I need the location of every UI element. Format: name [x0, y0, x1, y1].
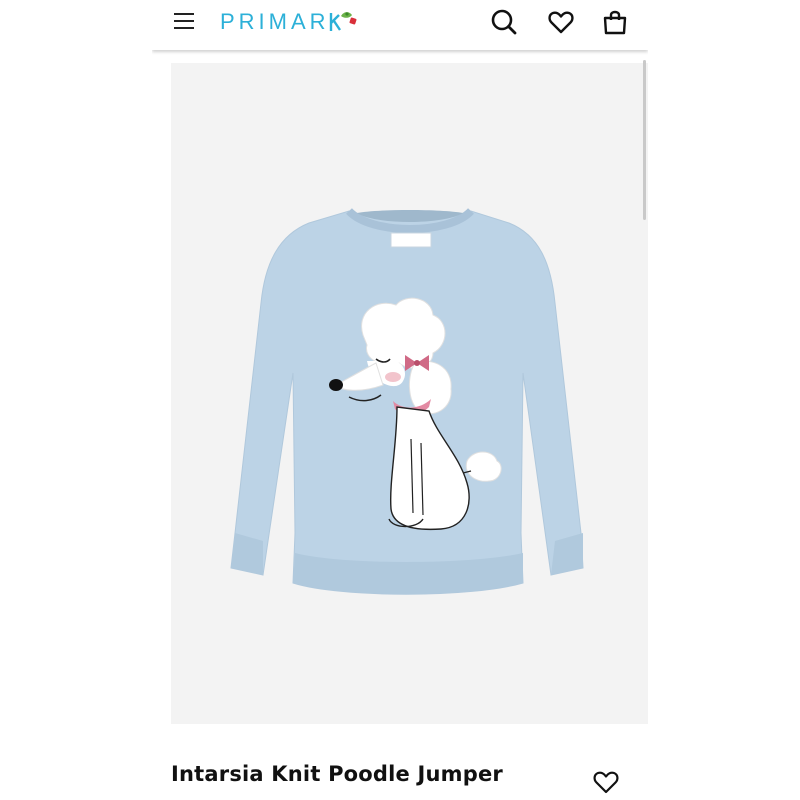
product-image[interactable]: [171, 63, 648, 724]
hamburger-menu-icon[interactable]: [174, 10, 196, 32]
jumper-illustration: [230, 207, 584, 595]
top-nav-bar: PRIMAR: [152, 0, 648, 50]
product-title: Intarsia Knit Poodle Jumper: [171, 762, 503, 786]
heart-icon[interactable]: [547, 8, 575, 36]
search-icon[interactable]: [490, 8, 518, 36]
scrollbar[interactable]: [643, 60, 646, 220]
heart-outline-icon[interactable]: [592, 768, 620, 796]
app-screen: PRIMAR Intarsia Knit Poodle Jumper: [152, 0, 648, 800]
primark-logo[interactable]: PRIMAR: [220, 8, 360, 36]
logo-k-mark-icon: [329, 12, 357, 31]
logo-text: PRIMAR: [220, 9, 330, 34]
shopping-bag-icon[interactable]: [601, 8, 629, 36]
